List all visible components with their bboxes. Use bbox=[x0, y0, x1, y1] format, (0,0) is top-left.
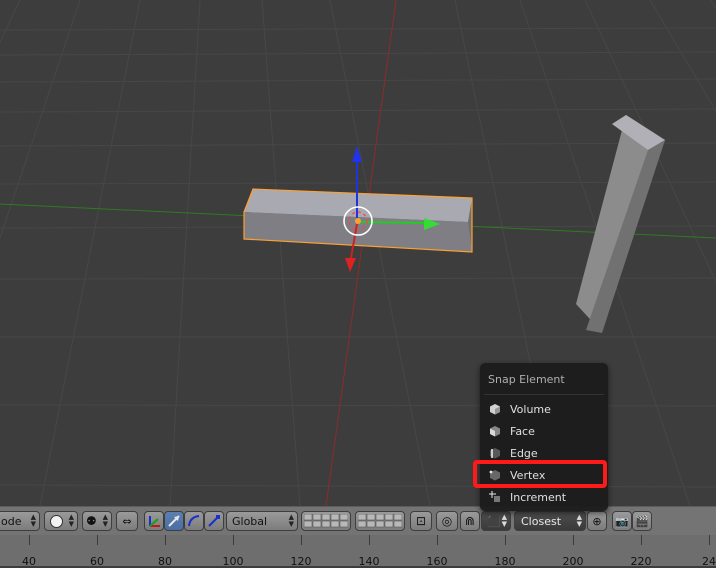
render-animation-button[interactable]: 🎬 bbox=[632, 511, 652, 531]
solid-shading-icon bbox=[50, 514, 63, 528]
menu-item-increment[interactable]: Increment bbox=[480, 487, 608, 507]
ruler-label: 60 bbox=[90, 555, 104, 568]
cube-icon: ⬛ bbox=[487, 514, 501, 528]
ruler-label: 200 bbox=[562, 555, 584, 568]
pivot-icon: ⚉ bbox=[86, 514, 97, 528]
manipulator-toggle[interactable]: ⇔ bbox=[116, 511, 138, 531]
proportional-edit-icon: ◎ bbox=[441, 514, 453, 528]
viewport-shading-selector[interactable]: ▲ ▼ bbox=[44, 511, 78, 531]
camera-icon: 📷 bbox=[615, 514, 629, 528]
layers-grid-icon bbox=[358, 514, 402, 528]
menu-item-label: Face bbox=[510, 424, 535, 438]
layers-grid-icon bbox=[304, 514, 348, 528]
scale-manipulator-button[interactable] bbox=[204, 511, 224, 531]
axis-icon bbox=[149, 516, 160, 527]
menu-divider bbox=[484, 394, 604, 395]
lock-camera-layers-button[interactable]: ⊡ bbox=[410, 511, 432, 531]
mode-selector[interactable]: ode ▲ ▼ bbox=[0, 511, 40, 531]
snap-element-menu: Snap Element Volume Face Edge Vertex Inc… bbox=[480, 363, 608, 511]
rotate-arc-button[interactable] bbox=[184, 511, 204, 531]
ruler-label: 120 bbox=[290, 555, 312, 568]
snap-element-selector[interactable]: ⬛ ▲ ▼ bbox=[481, 511, 511, 531]
magnet-icon: ⋒ bbox=[464, 514, 476, 528]
ruler-label: 24 bbox=[702, 555, 716, 568]
menu-title: Snap Element bbox=[488, 373, 565, 386]
manipulator-icon: ⇔ bbox=[122, 514, 132, 528]
scale-icon bbox=[208, 515, 220, 527]
layer-buttons-group-1[interactable] bbox=[301, 511, 351, 531]
menu-item-label: Volume bbox=[510, 402, 551, 416]
arc-icon bbox=[188, 515, 200, 527]
menu-item-label: Edge bbox=[510, 446, 538, 460]
ruler-label: 40 bbox=[22, 555, 36, 568]
proportional-editing-button[interactable]: ◎ bbox=[436, 511, 458, 531]
ruler-label: 180 bbox=[494, 555, 516, 568]
rotate-manipulator-button[interactable] bbox=[164, 511, 184, 531]
vertex-highlight-annotation bbox=[473, 460, 607, 488]
translate-manipulator-button[interactable] bbox=[144, 511, 164, 531]
snap-toggle-button[interactable]: ⋒ bbox=[460, 511, 480, 531]
align-rotation-button[interactable]: ⊕ bbox=[587, 511, 607, 531]
increment-icon bbox=[489, 491, 500, 502]
face-icon bbox=[490, 426, 500, 437]
x-axis-line bbox=[325, 0, 397, 506]
ruler-label: 140 bbox=[358, 555, 380, 568]
align-rotation-icon: ⊕ bbox=[592, 514, 602, 528]
menu-item-volume[interactable]: Volume bbox=[480, 399, 608, 419]
3d-view-header: ode ▲ ▼ ▲ ▼ ⚉ ▲ ▼ ⇔ Global ▲ ▼ ⊡ ◎ ⋒ ⬛ ▲… bbox=[0, 506, 716, 536]
volume-icon bbox=[490, 404, 500, 415]
snap-target-selector[interactable]: Closest ▲ ▼ bbox=[514, 511, 586, 531]
lock-icon: ⊡ bbox=[415, 514, 427, 528]
timeline-ruler[interactable]: 40 60 80 100 120 140 160 180 200 220 24 bbox=[0, 535, 716, 568]
ruler-label: 160 bbox=[426, 555, 448, 568]
edge-icon bbox=[490, 448, 500, 459]
clapperboard-icon: 🎬 bbox=[635, 514, 649, 528]
ruler-label: 80 bbox=[158, 555, 172, 568]
arrow-icon bbox=[168, 515, 180, 527]
3d-viewport[interactable] bbox=[0, 0, 716, 506]
transform-orientation-selector[interactable]: Global ▲ ▼ bbox=[226, 511, 298, 531]
menu-item-label: Increment bbox=[510, 490, 567, 504]
render-button[interactable]: 📷 bbox=[612, 511, 632, 531]
menu-item-face[interactable]: Face bbox=[480, 421, 608, 441]
ruler-label: 100 bbox=[222, 555, 244, 568]
ruler-label: 220 bbox=[630, 555, 652, 568]
layer-buttons-group-2[interactable] bbox=[355, 511, 405, 531]
pivot-point-selector[interactable]: ⚉ ▲ ▼ bbox=[82, 511, 112, 531]
